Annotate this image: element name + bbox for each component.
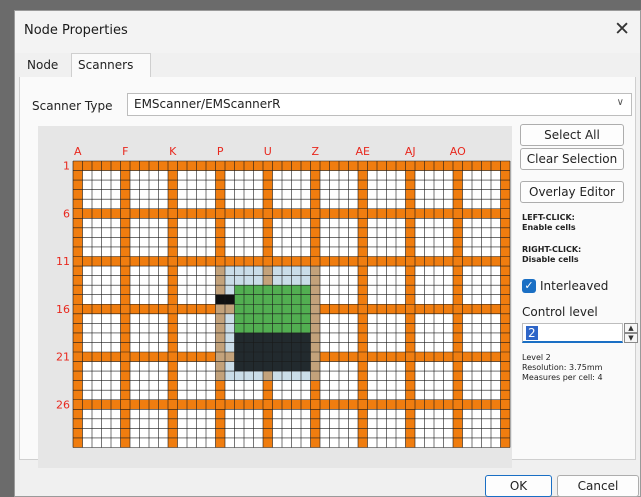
left-click-help: LEFT-CLICK: Enable cells [522, 213, 576, 233]
control-level-input[interactable]: 2 ▲ ▼ [522, 323, 638, 343]
row-label: 16 [56, 303, 70, 316]
right-click-help: RIGHT-CLICK: Disable cells [522, 245, 581, 265]
interleaved-checkbox[interactable]: ✓ [522, 279, 536, 293]
select-all-button[interactable]: Select All [520, 124, 624, 146]
column-label: Z [311, 145, 319, 158]
column-label: P [217, 145, 224, 158]
left-click-desc: Enable cells [522, 223, 576, 232]
row-label: 6 [63, 207, 70, 220]
control-level-value: 2 [526, 326, 538, 340]
column-label: U [264, 145, 272, 158]
column-label: AJ [405, 145, 416, 158]
column-label: K [169, 145, 177, 158]
right-click-desc: Disable cells [522, 255, 579, 264]
level-info: Level 2 Resolution: 3.75mm Measures per … [522, 353, 603, 383]
ok-button[interactable]: OK [485, 475, 552, 497]
level-info-line3: Measures per cell: 4 [522, 373, 603, 382]
row-label: 1 [63, 160, 70, 173]
scanners-panel: Scanner Type EMScanner/EMScannerR ∨ A F K P… [19, 77, 638, 468]
node-properties-dialog: Node Properties ✕ Node Scanners Scanner … [14, 10, 641, 497]
column-label: AO [450, 145, 466, 158]
scan-grid-canvas[interactable]: A F K P U Z AE AJ AO 1 6 11 16 21 26 [38, 126, 512, 468]
column-label: AE [356, 145, 371, 158]
checkmark-icon: ✓ [524, 279, 534, 292]
tab-scanners[interactable]: Scanners [71, 53, 151, 78]
dialog-title: Node Properties [24, 23, 128, 38]
cancel-button[interactable]: Cancel [557, 475, 639, 497]
level-info-line2: Resolution: 3.75mm [522, 363, 603, 372]
row-label: 11 [56, 255, 70, 268]
tab-node[interactable]: Node [21, 55, 67, 77]
scanner-type-label: Scanner Type [32, 99, 113, 113]
overlay-editor-button[interactable]: Overlay Editor [520, 181, 624, 203]
control-level-label: Control level [522, 305, 598, 319]
column-label: A [74, 145, 82, 158]
title-bar: Node Properties ✕ [15, 11, 640, 53]
chevron-down-icon: ∨ [616, 97, 624, 108]
scan-grid[interactable]: A F K P U Z AE AJ AO1611162126 [38, 126, 512, 468]
scanner-type-select[interactable]: EMScanner/EMScannerR ∨ [127, 93, 632, 116]
stepper-up-icon[interactable]: ▲ [624, 323, 638, 333]
left-click-title: LEFT-CLICK: [522, 213, 575, 222]
right-click-title: RIGHT-CLICK: [522, 245, 582, 254]
level-info-line1: Level 2 [522, 353, 551, 362]
row-label: 26 [56, 398, 70, 411]
interleaved-label: Interleaved [540, 279, 609, 293]
scanner-type-value: EMScanner/EMScannerR [134, 97, 281, 111]
stepper-down-icon[interactable]: ▼ [624, 333, 638, 343]
tab-strip: Node Scanners [19, 53, 636, 78]
close-icon[interactable]: ✕ [614, 20, 630, 39]
row-label: 21 [56, 351, 70, 364]
control-level-stepper[interactable]: ▲ ▼ [624, 323, 638, 343]
clear-selection-button[interactable]: Clear Selection [520, 148, 624, 170]
column-label: F [122, 145, 128, 158]
